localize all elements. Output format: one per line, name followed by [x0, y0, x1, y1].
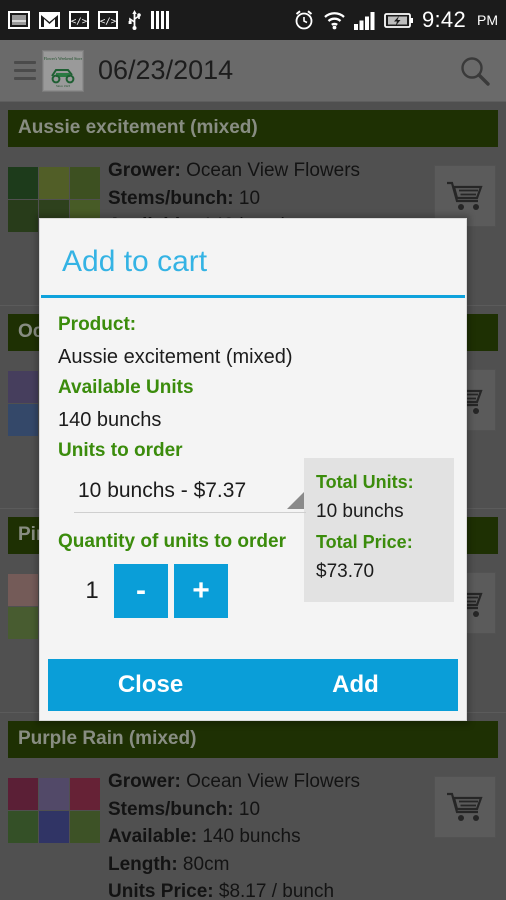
svg-text:</>: </>	[71, 17, 88, 27]
quantity-value: 1	[85, 576, 99, 604]
page-title: 06/23/2014	[98, 55, 234, 85]
thumbnail	[8, 167, 38, 199]
detail-label: Length:	[108, 853, 178, 875]
chevron-down-icon	[287, 492, 304, 510]
thumbnail	[8, 607, 38, 640]
thumbnail	[39, 778, 69, 811]
available-units-label: Available Units	[58, 377, 194, 399]
battery-charging-icon	[384, 12, 413, 28]
thumbnail	[8, 370, 38, 403]
thumbnail	[8, 778, 38, 811]
code-icon: </>	[69, 11, 89, 29]
logo-icon: Flower's Weekend Store Since 1923	[44, 51, 82, 90]
status-bar: </> </> 9:42 PM	[0, 0, 506, 40]
app-bar: Flower's Weekend Store Since 1923 06/23/…	[0, 40, 506, 102]
thumbnail	[8, 811, 38, 844]
svg-text:Since 1923: Since 1923	[56, 84, 71, 88]
thumbnail	[70, 167, 100, 199]
detail-value: 80cm	[177, 853, 230, 875]
bars-icon	[151, 11, 169, 29]
thumbnail	[8, 574, 38, 607]
status-right-icons: 9:42 PM	[293, 7, 498, 33]
total-price-label: Total Price:	[316, 531, 413, 552]
detail-value: Ocean View Flowers	[180, 160, 361, 181]
units-spinner-value: 10 bunchs - $7.37	[78, 479, 247, 503]
screenshot-icon	[8, 11, 30, 29]
available-units-value: 140 bunchs	[58, 408, 162, 431]
status-left-icons: </> </>	[8, 10, 169, 30]
usb-icon	[128, 10, 141, 30]
totals-box: Total Units: 10 bunchs Total Price: $73.…	[304, 458, 454, 602]
dialog-body: Product: Aussie excitement (mixed) Avail…	[40, 298, 466, 659]
svg-text:</>: </>	[100, 17, 117, 27]
product-label: Product:	[58, 314, 137, 335]
detail-label: Grower:	[108, 771, 181, 793]
total-price-value: $73.70	[316, 561, 375, 583]
svg-text:Flower's Weekend Store: Flower's Weekend Store	[44, 56, 82, 61]
product-title: Aussie excitement (mixed)	[8, 110, 498, 147]
search-icon[interactable]	[458, 54, 492, 88]
thumbnail	[70, 778, 100, 811]
product-body: Grower: Ocean View Flowers Stems/bunch: …	[0, 758, 506, 900]
thumbnail	[39, 811, 69, 844]
status-ampm: PM	[477, 12, 498, 28]
detail-label: Available:	[108, 826, 198, 848]
detail-label: Stems/bunch:	[108, 798, 234, 820]
add-to-cart-dialog: Add to cart Product: Aussie excitement (…	[39, 218, 467, 721]
code-icon: </>	[98, 11, 118, 29]
thumbnail	[8, 403, 38, 436]
total-units-label: Total Units:	[316, 472, 414, 492]
grower-logo[interactable]: Flower's Weekend Store Since 1923	[42, 49, 84, 92]
gmail-icon	[39, 11, 60, 29]
thumbnail	[39, 167, 69, 199]
detail-row: Length: 80cm	[108, 851, 498, 879]
hamburger-icon[interactable]	[14, 61, 36, 80]
screen: </> </> 9:42 PM Flower's Weekend Store S…	[0, 0, 506, 900]
product-thumbnails	[8, 778, 100, 900]
detail-row: Units Price: $8.17 / bunch	[108, 878, 498, 900]
product-title: Purple Rain (mixed)	[8, 721, 498, 759]
list-item[interactable]: Purple Rain (mixed) Grower: Ocean View F…	[0, 712, 506, 900]
detail-value: $8.17 / bunch	[213, 881, 335, 900]
detail-label: Units Price:	[108, 881, 214, 900]
signal-icon	[353, 11, 375, 30]
detail-value: Ocean View Flowers	[180, 771, 361, 793]
add-button[interactable]: Add	[253, 671, 458, 699]
decrement-button[interactable]: -	[114, 563, 168, 618]
detail-value: 140 bunchs	[197, 826, 301, 848]
product-value: Aussie excitement (mixed)	[58, 345, 293, 368]
units-spinner[interactable]: 10 bunchs - $7.37	[74, 475, 306, 514]
wifi-icon	[324, 11, 345, 29]
cart-icon[interactable]	[434, 776, 496, 839]
detail-value: 10	[233, 187, 261, 209]
dialog-title: Add to cart	[62, 245, 208, 278]
detail-label: Grower:	[108, 160, 181, 181]
increment-button[interactable]: +	[174, 563, 228, 618]
dialog-footer: Close Add	[48, 659, 458, 711]
alarm-icon	[295, 10, 313, 30]
thumbnail	[70, 811, 100, 844]
detail-value: 10	[233, 798, 261, 820]
close-button[interactable]: Close	[48, 671, 253, 699]
status-time: 9:42	[421, 7, 466, 32]
thumbnail	[8, 200, 38, 232]
detail-label: Stems/bunch:	[108, 187, 234, 209]
total-units-value: 10 bunchs	[316, 501, 404, 523]
